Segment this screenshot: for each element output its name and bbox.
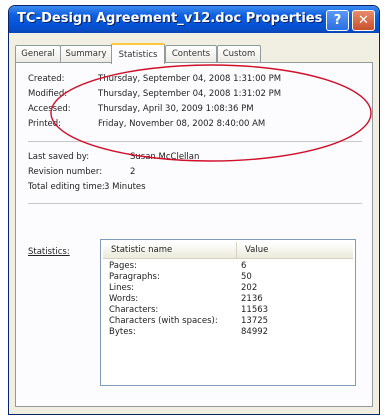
list-item: Words: [109,294,138,304]
help-button[interactable]: ? [326,10,349,31]
editing-time-value: 3 Minutes [104,182,146,192]
column-header-value[interactable]: Value [237,242,353,258]
statistic-name: Words: [109,294,139,304]
printed-value: Friday, November 08, 2002 8:40:00 AM [98,119,266,129]
last-saved-label: Last saved by: [28,152,90,162]
revision-value: 2 [130,167,136,177]
close-icon: ✕ [358,13,369,28]
divider [28,203,362,204]
statistic-name: Characters: [109,305,159,315]
created-label: Created: [28,74,65,84]
column-header-name[interactable]: Statistic name [103,242,237,258]
statistics-label: Statistics: [28,247,70,257]
statistics-header: Statistic name Value [103,242,353,259]
list-item: Characters: [109,305,158,315]
statistic-value: 84992 [241,327,269,337]
tab-general[interactable]: General [15,45,61,62]
list-item: Characters (with spaces): [109,316,218,326]
statistic-value: 13725 [241,316,269,326]
list-item: Pages: [109,261,137,271]
editing-time-label: Total editing time: [28,182,105,192]
modified-value: Thursday, September 04, 2008 1:31:02 PM [98,89,282,99]
statistic-value: 11563 [241,305,269,315]
help-icon: ? [333,13,342,28]
tab-contents[interactable]: Contents [165,45,217,62]
statistic-name: Characters (with spaces): [109,316,218,326]
tab-summary[interactable]: Summary [60,45,112,62]
close-button[interactable]: ✕ [352,10,375,31]
divider [28,141,362,142]
statistic-name: Bytes: [109,327,136,337]
tab-custom[interactable]: Custom [217,45,261,62]
statistics-list[interactable]: Statistic name Value Pages: 6 Paragraphs… [100,239,356,386]
statistic-value: 6 [241,261,247,271]
statistic-value: 50 [241,272,252,282]
last-saved-value: Susan McClellan [130,152,200,162]
list-item: Bytes: [109,327,136,337]
statistic-value: 2136 [241,294,263,304]
title-bar[interactable]: TC-Design Agreement_v12.doc Properties ?… [9,6,379,33]
list-item: Paragraphs: [109,272,160,282]
printed-label: Printed: [28,119,62,129]
created-row: Created: [16,74,65,84]
statistic-name: Paragraphs: [109,272,160,282]
statistic-name: Lines: [109,283,135,293]
revision-label: Revision number: [28,167,103,177]
created-value: Thursday, September 04, 2008 1:31:00 PM [98,74,282,84]
window-title: TC-Design Agreement_v12.doc Properties [17,11,323,26]
tab-statistics[interactable]: Statistics [111,43,165,64]
statistics-panel: Created: Thursday, September 04, 2008 1:… [15,62,373,407]
statistic-value: 202 [241,283,258,293]
statistic-name: Pages: [109,261,137,271]
modified-label: Modified: [28,89,68,99]
list-item: Lines: [109,283,134,293]
accessed-label: Accessed: [28,104,71,114]
accessed-value: Thursday, April 30, 2009 1:08:36 PM [98,104,254,114]
properties-dialog: TC-Design Agreement_v12.doc Properties ?… [8,5,380,415]
